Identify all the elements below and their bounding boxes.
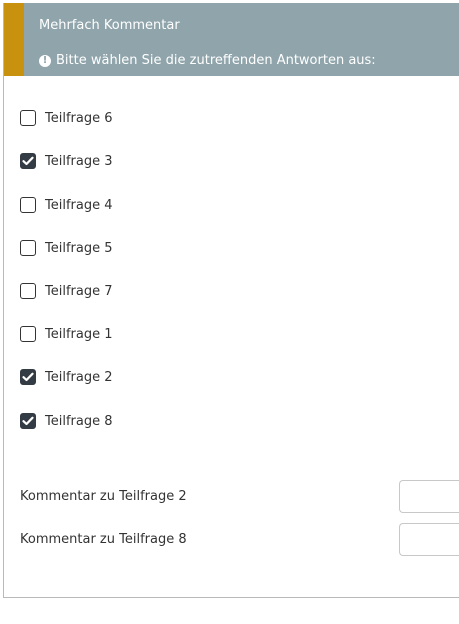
option-label: Teilfrage 5: [45, 240, 113, 256]
option-label: Teilfrage 4: [45, 197, 113, 213]
option-teilfrage-1[interactable]: Teilfrage 1: [20, 324, 113, 344]
option-label: Teilfrage 1: [45, 326, 113, 342]
checkmark-icon: [22, 156, 34, 166]
option-teilfrage-4[interactable]: Teilfrage 4: [20, 195, 113, 215]
comment-label: Kommentar zu Teilfrage 8: [20, 532, 187, 547]
option-teilfrage-5[interactable]: Teilfrage 5: [20, 238, 113, 258]
exclamation-circle-icon: !: [39, 54, 51, 67]
comment-row-teilfrage-2: Kommentar zu Teilfrage 2: [20, 480, 459, 514]
checkbox[interactable]: [20, 240, 36, 256]
option-label: Teilfrage 7: [45, 283, 113, 299]
comment-label: Kommentar zu Teilfrage 2: [20, 489, 187, 504]
question-hint-text: Bitte wählen Sie die zutreffenden Antwor…: [56, 53, 376, 68]
option-teilfrage-8[interactable]: Teilfrage 8: [20, 411, 113, 431]
checkbox[interactable]: [20, 110, 36, 126]
option-label: Teilfrage 8: [45, 413, 113, 429]
option-teilfrage-3[interactable]: Teilfrage 3: [20, 151, 113, 171]
checkbox[interactable]: [20, 413, 36, 429]
option-label: Teilfrage 3: [45, 153, 113, 169]
comment-input-teilfrage-2[interactable]: [399, 480, 459, 513]
comment-row-teilfrage-8: Kommentar zu Teilfrage 8: [20, 523, 459, 557]
option-teilfrage-7[interactable]: Teilfrage 7: [20, 281, 113, 301]
option-label: Teilfrage 6: [45, 110, 113, 126]
question-title: Mehrfach Kommentar: [39, 18, 180, 33]
checkbox[interactable]: [20, 283, 36, 299]
checkbox[interactable]: [20, 197, 36, 213]
question-header: Mehrfach Kommentar ! Bitte wählen Sie di…: [4, 3, 459, 76]
checkbox[interactable]: [20, 326, 36, 342]
comment-input-teilfrage-8[interactable]: [399, 523, 459, 556]
header-accent-bar: [4, 3, 24, 76]
checkbox[interactable]: [20, 369, 36, 385]
question-hint: ! Bitte wählen Sie die zutreffenden Antw…: [39, 53, 376, 68]
option-teilfrage-6[interactable]: Teilfrage 6: [20, 108, 113, 128]
option-label: Teilfrage 2: [45, 369, 113, 385]
option-teilfrage-2[interactable]: Teilfrage 2: [20, 367, 113, 387]
checkbox[interactable]: [20, 153, 36, 169]
question-panel: Mehrfach Kommentar ! Bitte wählen Sie di…: [3, 3, 459, 598]
checkmark-icon: [22, 372, 34, 382]
checkmark-icon: [22, 416, 34, 426]
